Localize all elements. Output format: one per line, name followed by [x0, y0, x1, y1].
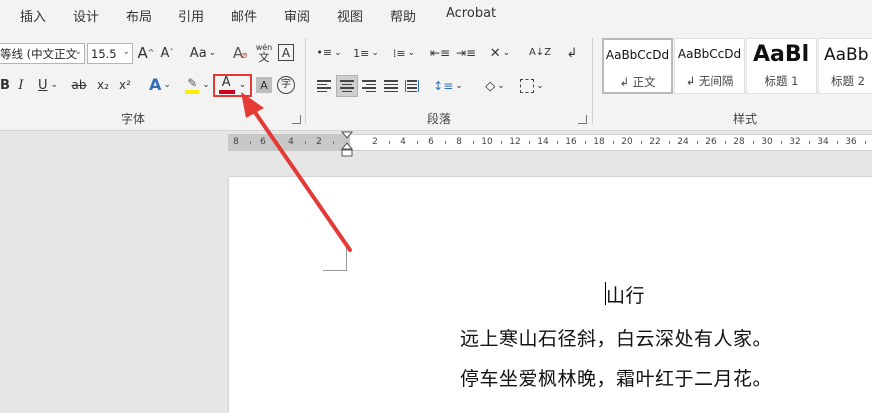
annotation-arrow [241, 92, 352, 252]
